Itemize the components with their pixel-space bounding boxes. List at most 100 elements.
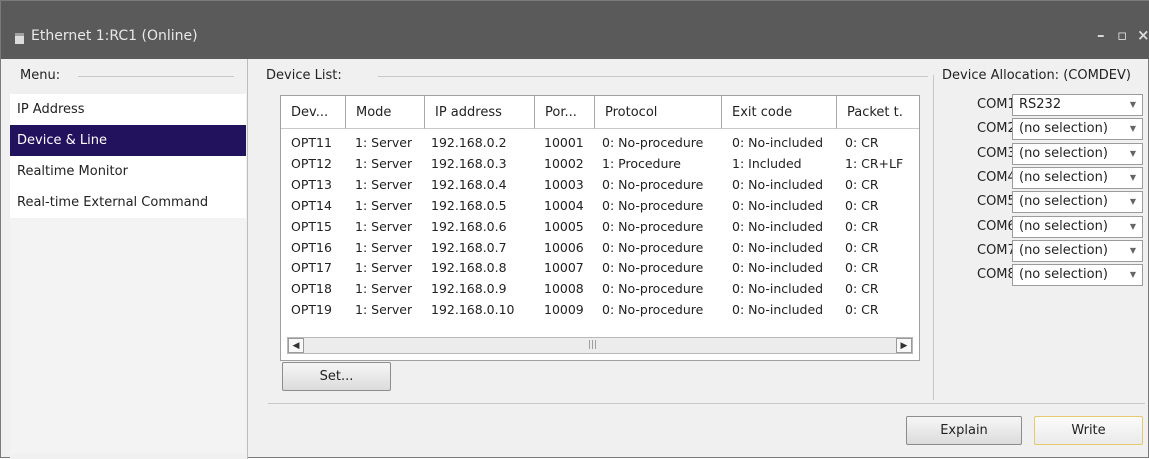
table-cell: 10007	[544, 260, 584, 276]
table-cell: 192.168.0.5	[431, 197, 507, 213]
column-header-mode[interactable]: Mode	[346, 96, 425, 129]
com-label: COM7:	[977, 242, 1021, 258]
com-label: COM1:	[977, 97, 1021, 112]
chevron-down-icon[interactable]: ▼	[1130, 217, 1136, 237]
table-cell: 192.168.0.2	[431, 135, 507, 150]
menu-item-realtime-external-command[interactable]: Real-time External Command	[10, 187, 246, 218]
table-cell: OPT18	[291, 281, 332, 297]
table-cell: 192.168.0.7	[431, 239, 507, 255]
table-cell: OPT14	[291, 197, 332, 213]
com-select[interactable]: (no selection) ▼	[1012, 166, 1143, 189]
table-row[interactable]: OPT13 1: Server 192.168.0.4 10003 0: No-proc…	[281, 175, 919, 196]
table-cell: 0: No-included	[732, 176, 824, 192]
table-cell: OPT19	[291, 302, 332, 318]
menu-item-realtime-monitor[interactable]: Realtime Monitor	[10, 156, 246, 187]
chevron-down-icon[interactable]: ▼	[1130, 241, 1136, 261]
menu-item-ip-address[interactable]: IP Address	[10, 94, 246, 125]
column-header-packet-terminator[interactable]: Packet t.	[837, 96, 919, 129]
table-cell: 0: CR	[845, 135, 879, 150]
table-cell: 1: Server	[355, 239, 413, 255]
com-label: COM6:	[977, 218, 1021, 234]
table-row[interactable]: OPT12 1: Server 192.168.0.3 10002 1: Procedu…	[281, 154, 919, 175]
menu-header: Menu:	[20, 68, 61, 83]
horizontal-scrollbar[interactable]: ◀ ||| ▶	[287, 337, 913, 354]
chevron-down-icon[interactable]: ▼	[1130, 168, 1136, 188]
table-cell: 0: No-procedure	[602, 135, 704, 150]
table-cell: 1: Procedure	[602, 155, 681, 171]
chevron-down-icon[interactable]: ▼	[1130, 265, 1136, 285]
table-cell: 0: No-included	[732, 218, 824, 234]
com-label: COM4:	[977, 169, 1021, 185]
table-cell: 1: Server	[355, 302, 413, 318]
title-bar[interactable]: Ethernet 1:RC1 (Online) – ▫ ×	[1, 1, 1149, 59]
set-button[interactable]: Set...	[282, 362, 391, 391]
table-cell: OPT17	[291, 260, 332, 276]
close-button[interactable]: ×	[1137, 26, 1149, 44]
arrow-right-icon[interactable]: ▶	[896, 338, 912, 353]
chevron-down-icon[interactable]: ▼	[1130, 144, 1136, 164]
bottom-divider	[268, 403, 1145, 404]
table-row[interactable]: OPT16 1: Server 192.168.0.7 10006 0: No-proc…	[281, 238, 919, 259]
table-cell: 10005	[544, 218, 584, 234]
table-cell: 1: Included	[732, 155, 802, 171]
menu-item-device-line[interactable]: Device & Line	[10, 125, 246, 156]
column-header-port[interactable]: Por...	[535, 96, 595, 129]
com-select[interactable]: (no selection) ▼	[1012, 264, 1143, 287]
chevron-down-icon[interactable]: ▼	[1130, 119, 1136, 139]
com-select-value: (no selection)	[1019, 169, 1108, 185]
minimize-button[interactable]: –	[1097, 26, 1105, 44]
table-cell: 1: CR+LF	[845, 155, 904, 171]
table-cell: 0: No-included	[732, 197, 824, 213]
explain-button[interactable]: Explain	[906, 416, 1022, 445]
com-select[interactable]: (no selection) ▼	[1012, 239, 1143, 262]
table-cell: 0: No-included	[732, 260, 824, 276]
table-cell: 1: Server	[355, 155, 413, 171]
column-header-exit-code[interactable]: Exit code	[722, 96, 837, 129]
table-cell: OPT15	[291, 218, 332, 234]
table-cell: 0: CR	[845, 239, 879, 255]
table-cell: 0: CR	[845, 302, 879, 318]
table-row[interactable]: OPT15 1: Server 192.168.0.6 10005 0: No-proc…	[281, 217, 919, 238]
document-icon	[15, 33, 24, 44]
table-row[interactable]: OPT17 1: Server 192.168.0.8 10007 0: No-proc…	[281, 258, 919, 279]
maximize-button[interactable]: ▫	[1117, 26, 1127, 44]
column-header-ip-address[interactable]: IP address	[425, 96, 535, 129]
com-select[interactable]: RS232 ▼	[1012, 94, 1143, 116]
menu-divider	[78, 76, 234, 77]
table-cell: 0: CR	[845, 176, 879, 192]
chevron-down-icon[interactable]: ▼	[1130, 192, 1136, 212]
table-cell: OPT12	[291, 155, 332, 171]
com-select[interactable]: (no selection) ▼	[1012, 191, 1143, 214]
chevron-down-icon[interactable]: ▼	[1130, 95, 1136, 115]
table-row[interactable]: OPT14 1: Server 192.168.0.5 10004 0: No-proc…	[281, 196, 919, 217]
table-row[interactable]: OPT18 1: Server 192.168.0.9 10008 0: No-proc…	[281, 279, 919, 300]
table-cell: OPT16	[291, 239, 332, 255]
column-header-protocol[interactable]: Protocol	[595, 96, 722, 129]
table-cell: OPT13	[291, 176, 332, 192]
table-cell: 10001	[544, 135, 584, 150]
table-cell: 10006	[544, 239, 584, 255]
table-cell: 0: No-procedure	[602, 176, 704, 192]
set-button-label: Set...	[319, 369, 354, 384]
table-cell: 0: CR	[845, 197, 879, 213]
table-row[interactable]: OPT19 1: Server 192.168.0.10 10009 0: No-pro…	[281, 300, 919, 321]
device-table[interactable]: Dev... Mode IP address Por... Protocol E…	[280, 95, 920, 361]
column-header-device[interactable]: Dev...	[281, 96, 346, 129]
com-select[interactable]: (no selection) ▼	[1012, 142, 1143, 165]
write-button[interactable]: Write	[1034, 416, 1143, 445]
table-cell: 10004	[544, 197, 584, 213]
table-cell: 0: CR	[845, 218, 879, 234]
com-label: COM3:	[977, 145, 1021, 161]
table-cell: 0: CR	[845, 281, 879, 297]
table-cell: 0: No-included	[732, 281, 824, 297]
com-select[interactable]: (no selection) ▼	[1012, 118, 1143, 141]
arrow-left-icon[interactable]: ◀	[288, 338, 304, 353]
write-button-label: Write	[1071, 423, 1106, 438]
table-cell: 1: Server	[355, 281, 413, 297]
com-label: COM8:	[977, 267, 1021, 283]
com-select[interactable]: (no selection) ▼	[1012, 215, 1143, 238]
table-cell: 10002	[544, 155, 584, 171]
table-cell: 192.168.0.4	[431, 176, 507, 192]
table-row[interactable]: OPT11 1: Server 192.168.0.2 10001 0: No-proc…	[281, 133, 919, 154]
device-list-divider	[378, 76, 928, 77]
